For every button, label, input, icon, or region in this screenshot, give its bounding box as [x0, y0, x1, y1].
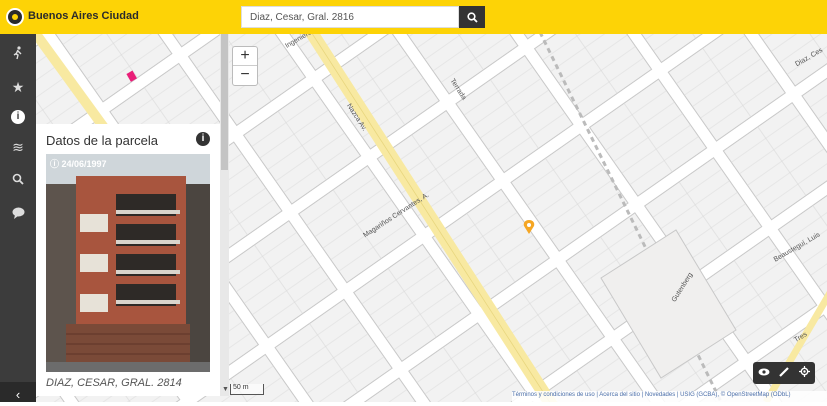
magnifier-icon [466, 11, 478, 23]
locate-icon[interactable] [799, 366, 811, 380]
panel-scrollbar[interactable] [220, 34, 229, 396]
zoom-in-button[interactable]: + [233, 47, 257, 66]
info-icon[interactable]: i [196, 132, 210, 146]
parcel-photo[interactable]: ⓘ 24/06/1997 [46, 154, 210, 372]
bottom-strip [0, 402, 827, 406]
parcel-address: DIAZ, CESAR, GRAL. 2814 [46, 377, 182, 389]
scrollbar-thumb[interactable] [221, 34, 228, 170]
search-input[interactable]: Diaz, Cesar, Gral. 2816 [241, 6, 459, 28]
zoom-control: + − [232, 46, 258, 86]
photo-date: ⓘ 24/06/1997 [50, 159, 107, 169]
info-icon[interactable]: i [0, 102, 36, 132]
logo-icon[interactable] [6, 8, 24, 26]
eye-icon[interactable] [758, 368, 770, 379]
building-photo [46, 154, 210, 372]
search-icon[interactable] [0, 164, 36, 194]
parcel-panel: ▼ Datos de la parcela i ⓘ 24/06/1997 DIA… [36, 34, 229, 396]
panel-title: Datos de la parcela [46, 133, 159, 148]
map-attribution[interactable]: Términos y condiciones de uso | Acerca d… [512, 391, 827, 402]
scroll-down-icon[interactable]: ▼ [222, 386, 229, 393]
comment-icon[interactable] [0, 198, 36, 228]
zoom-out-button[interactable]: − [233, 66, 257, 85]
left-rail: ★ i ≋ ‹ [0, 34, 36, 406]
app-title[interactable]: Buenos Aires Ciudad [28, 10, 139, 22]
ruler-icon[interactable] [779, 366, 790, 380]
top-bar: Buenos Aires Ciudad Diaz, Cesar, Gral. 2… [0, 0, 827, 34]
search-button[interactable] [459, 6, 485, 28]
layers-icon[interactable]: ≋ [0, 132, 36, 162]
walking-person-icon[interactable] [0, 38, 36, 68]
star-icon[interactable]: ★ [0, 72, 36, 102]
map-tools [753, 362, 815, 384]
map-scale: 50 m [230, 384, 264, 395]
